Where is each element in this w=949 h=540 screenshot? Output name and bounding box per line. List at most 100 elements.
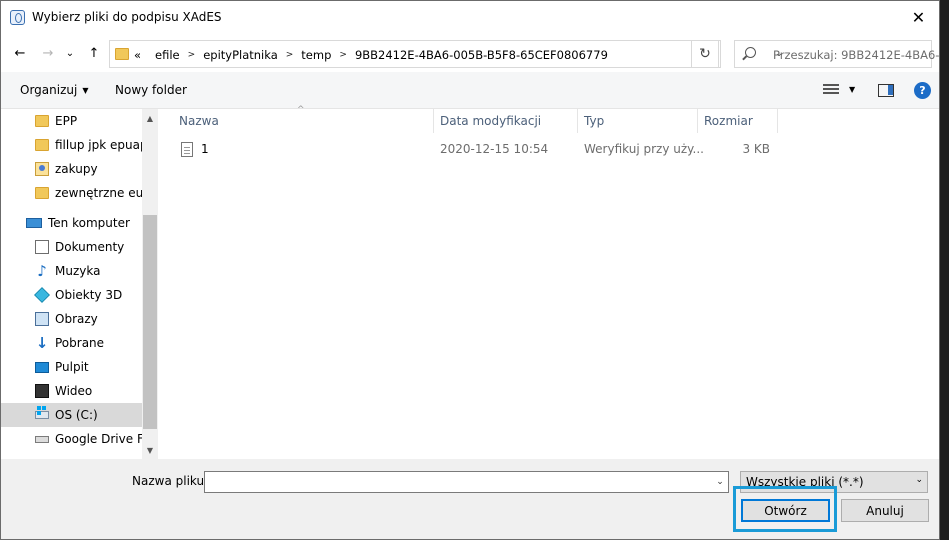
cancel-button[interactable]: Anuluj xyxy=(841,499,929,522)
sidebar-item-obrazy[interactable]: Obrazy xyxy=(1,307,142,331)
file-list: ^ Nazwa Data modyfikacji Typ Rozmiar 1 2… xyxy=(160,105,939,459)
sidebar-item-label: OS (C:) xyxy=(55,408,98,422)
desktop-icon xyxy=(35,361,49,373)
command-bar: Organizuj ▼ Nowy folder ▼ ? xyxy=(1,72,939,109)
column-header-size[interactable]: Rozmiar xyxy=(698,109,778,133)
change-view-icon[interactable] xyxy=(823,84,839,96)
pictures-icon xyxy=(35,312,49,326)
file-modified: 2020-12-15 10:54 xyxy=(440,142,549,156)
sidebar-item-obiekty-3d[interactable]: Obiekty 3D xyxy=(1,283,142,307)
breadcrumb-epityplatnika[interactable]: epityPlatnika xyxy=(203,48,278,62)
video-icon xyxy=(35,384,49,398)
breadcrumb: « efile > epityPlatnika > temp > 9BB2412… xyxy=(134,48,608,62)
sidebar-item-label: Pobrane xyxy=(55,336,105,350)
folder-icon xyxy=(35,115,49,127)
file-open-dialog: Wybierz pliki do podpisu XAdES ✕ ← → ⌄ ↑… xyxy=(0,0,940,540)
help-icon[interactable]: ? xyxy=(914,82,931,99)
sidebar-item-label: zakupy xyxy=(55,162,98,176)
recent-locations-button[interactable]: ⌄ xyxy=(61,44,79,62)
file-type: Weryfikuj przy uży... xyxy=(584,142,704,156)
column-header-name[interactable]: Nazwa xyxy=(173,109,434,133)
sidebar-scrollbar[interactable]: ▲ ▼ xyxy=(142,109,158,459)
title-bar: Wybierz pliki do podpisu XAdES ✕ xyxy=(1,1,939,33)
folder-icon xyxy=(35,139,49,151)
sidebar-item-pobrane[interactable]: ↓ Pobrane xyxy=(1,331,142,355)
app-icon xyxy=(10,10,25,25)
file-size: 3 KB xyxy=(742,142,770,156)
organize-label: Organizuj xyxy=(20,83,78,97)
computer-icon xyxy=(26,218,42,228)
sidebar-item-label: Muzyka xyxy=(55,264,101,278)
chevron-down-icon: ▼ xyxy=(82,86,89,95)
breadcrumb-current-folder[interactable]: 9BB2412E-4BA6-005B-B5F8-65CEF0806779 xyxy=(355,48,608,62)
sidebar-item-fillup-jpk-epuap[interactable]: fillup jpk epuap xyxy=(1,133,142,157)
search-placeholder: Przeszukaj: 9BB2412E-4BA6-... xyxy=(773,48,940,62)
search-icon xyxy=(745,47,756,58)
preview-pane-icon[interactable] xyxy=(878,84,894,97)
sidebar-item-zakupy[interactable]: zakupy xyxy=(1,157,142,181)
drive-icon xyxy=(35,406,49,419)
sidebar-item-label: Obiekty 3D xyxy=(55,288,123,302)
up-button[interactable]: ↑ xyxy=(85,44,103,62)
sidebar-item-label: Pulpit xyxy=(55,360,89,374)
organize-button[interactable]: Organizuj ▼ xyxy=(20,83,88,97)
sidebar-item-label: EPP xyxy=(55,114,78,128)
sidebar-item-label: Obrazy xyxy=(55,312,98,326)
new-folder-button[interactable]: Nowy folder xyxy=(115,83,187,97)
sidebar-item-ten-komputer[interactable]: Ten komputer xyxy=(1,211,142,235)
sidebar-item-muzyka[interactable]: ♪ Muzyka xyxy=(1,259,142,283)
scroll-up-icon[interactable]: ▲ xyxy=(142,111,158,125)
column-header-modified[interactable]: Data modyfikacji xyxy=(434,109,578,133)
music-icon: ♪ xyxy=(37,262,47,280)
sidebar-item-dokumenty[interactable]: Dokumenty xyxy=(1,235,142,259)
breadcrumb-overflow[interactable]: « xyxy=(134,48,141,62)
table-row[interactable]: 1 2020-12-15 10:54 Weryfikuj przy uży...… xyxy=(160,138,939,160)
3d-objects-icon xyxy=(34,287,50,303)
refresh-button[interactable]: ↻ xyxy=(691,40,719,68)
navigation-pane: EPP fillup jpk epuap zakupy zewnętrzne e… xyxy=(1,109,158,459)
sidebar-item-epp[interactable]: EPP xyxy=(1,109,142,133)
sidebar-item-label: Wideo xyxy=(55,384,93,398)
sidebar-item-label: fillup jpk epuap xyxy=(55,138,142,152)
network-drive-icon xyxy=(35,435,49,443)
background-window-edge xyxy=(940,0,949,540)
back-button[interactable]: ← xyxy=(11,44,29,62)
dialog-footer: Nazwa pliku: ⌄ Wszystkie pliki (*.*) ⌄ O… xyxy=(1,459,939,539)
folder-icon xyxy=(115,48,129,60)
window-title: Wybierz pliki do podpisu XAdES xyxy=(32,10,222,24)
downloads-icon: ↓ xyxy=(35,334,49,352)
folder-icon xyxy=(35,187,49,199)
scrollbar-thumb[interactable] xyxy=(143,215,157,429)
sidebar-item-label: Dokumenty xyxy=(55,240,125,254)
address-bar[interactable]: « efile > epityPlatnika > temp > 9BB2412… xyxy=(109,40,783,68)
chevron-down-icon: ⌄ xyxy=(915,475,923,485)
sidebar-item-wideo[interactable]: Wideo xyxy=(1,379,142,403)
view-options-chevron-icon[interactable]: ▼ xyxy=(849,85,855,94)
breadcrumb-efile[interactable]: efile xyxy=(155,48,180,62)
forward-button[interactable]: → xyxy=(39,44,57,62)
sidebar-item-pulpit[interactable]: Pulpit xyxy=(1,355,142,379)
file-name-cell: 1 xyxy=(181,138,209,160)
breadcrumb-separator-icon: > xyxy=(187,50,196,60)
close-button[interactable]: ✕ xyxy=(896,1,939,33)
file-icon xyxy=(181,141,193,157)
sidebar-item-google-drive[interactable]: Google Drive File xyxy=(1,427,142,451)
sidebar-item-zewnetrzne-euro[interactable]: zewnętrzne euro xyxy=(1,181,142,205)
sidebar-item-label: zewnętrzne euro xyxy=(55,186,142,200)
column-header-type[interactable]: Typ xyxy=(578,109,698,133)
breadcrumb-separator-icon: > xyxy=(285,50,294,60)
search-box[interactable]: Przeszukaj: 9BB2412E-4BA6-... xyxy=(734,40,939,68)
sidebar-item-label: Google Drive File xyxy=(55,432,142,446)
contact-folder-icon xyxy=(35,162,49,176)
sidebar-item-os-c[interactable]: OS (C:) xyxy=(1,403,142,427)
filename-input[interactable] xyxy=(204,471,729,493)
filename-history-dropdown-icon[interactable]: ⌄ xyxy=(713,474,727,490)
breadcrumb-separator-icon: > xyxy=(339,50,347,60)
sidebar-item-label: Ten komputer xyxy=(48,216,130,230)
filename-label: Nazwa pliku: xyxy=(132,474,209,488)
file-name: 1 xyxy=(201,142,209,156)
documents-icon xyxy=(35,240,49,254)
scroll-down-icon[interactable]: ▼ xyxy=(142,443,158,457)
open-button[interactable]: Otwórz xyxy=(741,499,830,522)
breadcrumb-temp[interactable]: temp xyxy=(301,48,331,62)
